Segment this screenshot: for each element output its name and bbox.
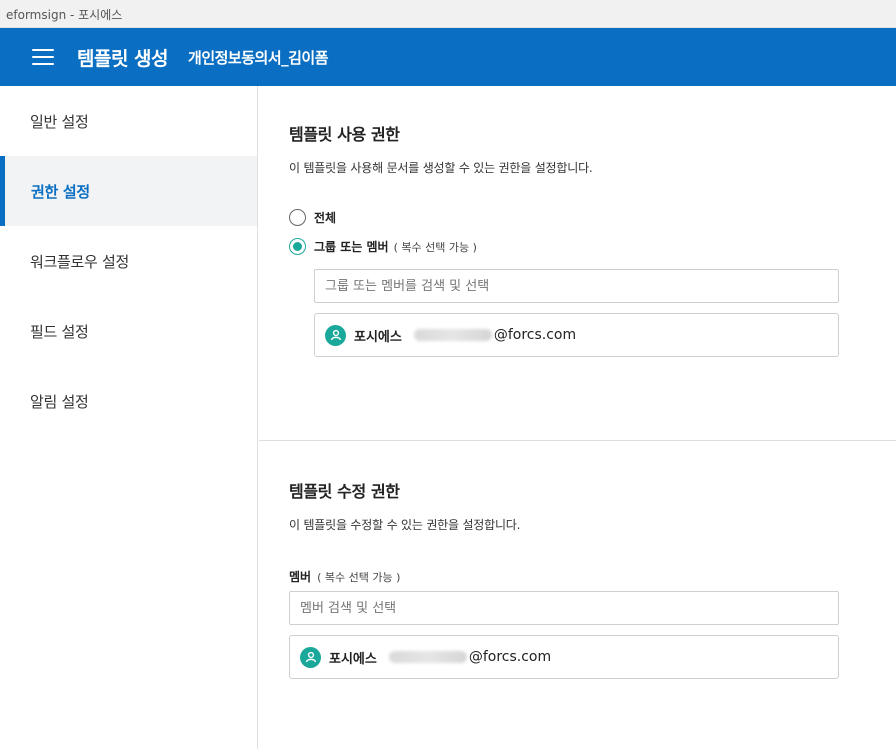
sidebar-item-label: 알림 설정 xyxy=(30,392,89,411)
sidebar-item-label: 권한 설정 xyxy=(31,182,90,201)
sidebar-item-fields[interactable]: 필드 설정 xyxy=(0,296,257,366)
usage-permission-section: 템플릿 사용 권한 이 템플릿을 사용해 문서를 생성할 수 있는 권한을 설정… xyxy=(259,86,896,441)
window-title: eformsign - 포시에스 xyxy=(6,8,123,22)
radio-group-or-member[interactable]: 그룹 또는 멤버 ( 복수 선택 가능 ) xyxy=(289,238,477,255)
usage-permission-description: 이 템플릿을 사용해 문서를 생성할 수 있는 권한을 설정합니다. xyxy=(289,161,593,175)
user-icon xyxy=(300,646,321,668)
member-field-label-text: 멤버 xyxy=(289,570,312,584)
redacted-email xyxy=(388,651,467,663)
sidebar-item-label: 일반 설정 xyxy=(30,112,89,131)
radio-button[interactable] xyxy=(289,238,306,255)
radio-all[interactable]: 전체 xyxy=(289,209,336,226)
sidebar-item-permissions[interactable]: 권한 설정 xyxy=(0,156,257,226)
selected-member-item: 포시에스 @forcs.com xyxy=(314,313,839,357)
edit-permission-title: 템플릿 수정 권한 xyxy=(289,482,400,501)
member-search-input[interactable] xyxy=(289,591,839,625)
sidebar-item-label: 필드 설정 xyxy=(30,322,89,341)
menu-icon[interactable] xyxy=(32,49,54,65)
edit-permission-description: 이 템플릿을 수정할 수 있는 권한을 설정합니다. xyxy=(289,518,521,532)
member-email-domain: @forcs.com xyxy=(493,327,577,343)
main-content: 템플릿 사용 권한 이 템플릿을 사용해 문서를 생성할 수 있는 권한을 설정… xyxy=(259,86,896,749)
radio-sublabel: ( 복수 선택 가능 ) xyxy=(393,240,477,254)
usage-permission-title: 템플릿 사용 권한 xyxy=(289,125,400,144)
app-header: 템플릿 생성 개인정보동의서_김이폼 xyxy=(0,28,896,86)
sidebar-item-label: 워크플로우 설정 xyxy=(30,252,129,271)
group-member-search-input[interactable] xyxy=(314,269,839,303)
member-name: 포시에스 xyxy=(329,651,377,667)
member-name: 포시에스 xyxy=(354,329,402,345)
window-titlebar: eformsign - 포시에스 xyxy=(0,0,896,28)
member-email-domain: @forcs.com xyxy=(468,649,552,665)
member-field-sublabel: ( 복수 선택 가능 ) xyxy=(317,571,401,584)
selected-member-item: 포시에스 @forcs.com xyxy=(289,635,839,679)
sidebar-item-general[interactable]: 일반 설정 xyxy=(0,86,257,156)
sidebar-item-workflow[interactable]: 워크플로우 설정 xyxy=(0,226,257,296)
edit-permission-section: 템플릿 수정 권한 이 템플릿을 수정할 수 있는 권한을 설정합니다. 멤버 (… xyxy=(259,442,896,749)
member-field-label: 멤버 ( 복수 선택 가능 ) xyxy=(289,568,400,585)
document-title: 개인정보동의서_김이폼 xyxy=(188,48,329,67)
redacted-email xyxy=(413,329,492,341)
sidebar-item-notifications[interactable]: 알림 설정 xyxy=(0,366,257,436)
radio-label: 그룹 또는 멤버 xyxy=(314,240,389,254)
settings-sidebar: 일반 설정 권한 설정 워크플로우 설정 필드 설정 알림 설정 xyxy=(0,86,258,749)
radio-button[interactable] xyxy=(289,209,306,226)
user-icon xyxy=(325,324,346,346)
app-title: 템플릿 생성 xyxy=(77,47,169,70)
radio-label: 전체 xyxy=(314,211,337,225)
